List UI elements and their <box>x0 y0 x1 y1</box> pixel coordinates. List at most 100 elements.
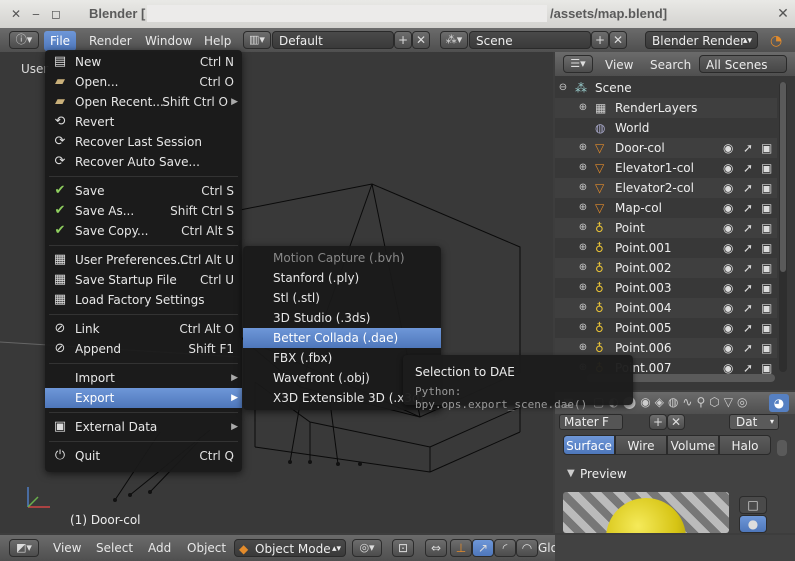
visibility-eye-icon[interactable]: ◉ <box>723 158 733 178</box>
export-item-3ds[interactable]: 3D Studio (.3ds) <box>243 308 441 328</box>
outliner-row-label[interactable]: Scene <box>595 78 632 98</box>
menu-item-new[interactable]: ▤ New Ctrl N <box>45 52 242 72</box>
outliner-row[interactable]: ⊕ ♁ Point.005 ◉ ➚ ▣ <box>555 318 777 338</box>
outliner-row[interactable]: ⊕ ♁ Point.003 ◉ ➚ ▣ <box>555 278 777 298</box>
orientation-icon[interactable]: ◠ <box>516 539 538 557</box>
outliner-row[interactable]: ⊕ ♁ Point.001 ◉ ➚ ▣ <box>555 238 777 258</box>
menu-file[interactable]: File <box>44 31 76 51</box>
preview-panel-title[interactable]: Preview <box>580 467 627 481</box>
visibility-eye-icon[interactable]: ◉ <box>723 298 733 318</box>
outliner-row-label[interactable]: Elevator2-col <box>615 178 694 198</box>
editor-type-icon[interactable]: ⓘ▾ <box>9 31 39 49</box>
outliner-row-label[interactable]: Map-col <box>615 198 662 218</box>
scale-icon[interactable]: ◜ <box>494 539 516 557</box>
menu-item-save-startup[interactable]: ▦ Save Startup File Ctrl U <box>45 270 242 290</box>
menu-item-quit[interactable]: ⏻ Quit Ctrl Q <box>45 446 242 466</box>
menu-item-revert[interactable]: ⟲ Revert <box>45 112 242 132</box>
expand-toggle-icon[interactable]: ⊕ <box>577 178 589 198</box>
outliner-row-label[interactable]: Elevator1-col <box>615 158 694 178</box>
selectable-cursor-icon[interactable]: ➚ <box>743 338 753 358</box>
tab-surface[interactable]: Surface <box>563 435 615 455</box>
outliner-row[interactable]: ⊕ ♁ Point.004 ◉ ➚ ▣ <box>555 298 777 318</box>
render-engine-select[interactable]: Blender Render ▴▾ <box>645 31 758 49</box>
viewport-editor-icon[interactable]: ◩▾ <box>9 539 39 557</box>
expand-toggle-icon[interactable]: ⊕ <box>577 138 589 158</box>
menu-item-load-factory[interactable]: ▦ Load Factory Settings <box>45 290 242 310</box>
viewport-menu-select[interactable]: Select <box>96 539 133 557</box>
rotate-icon[interactable]: ↗ <box>472 539 494 557</box>
menu-item-recover-auto[interactable]: ⟳ Recover Auto Save... <box>45 152 242 172</box>
selectable-cursor-icon[interactable]: ➚ <box>743 158 753 178</box>
material-slot-field[interactable]: Mater F <box>559 414 623 430</box>
expand-toggle-icon[interactable]: ⊕ <box>577 278 589 298</box>
titlebar-close-icon[interactable]: ✕ <box>775 6 791 22</box>
expand-toggle-icon[interactable]: ⊕ <box>577 318 589 338</box>
viewport-menu-object[interactable]: Object <box>187 539 226 557</box>
add-material-icon[interactable]: + <box>649 414 667 430</box>
visibility-eye-icon[interactable]: ◉ <box>723 138 733 158</box>
selectable-cursor-icon[interactable]: ➚ <box>743 198 753 218</box>
visibility-eye-icon[interactable]: ◉ <box>723 238 733 258</box>
expand-toggle-icon[interactable]: ⊕ <box>577 238 589 258</box>
maximize-icon[interactable]: ◻ <box>48 6 64 22</box>
tab-volume[interactable]: Volume <box>667 435 719 455</box>
scene-field[interactable]: Scene <box>469 31 591 49</box>
outliner-row[interactable]: ◍ World <box>555 118 777 138</box>
outliner-row[interactable]: ⊖ ⁂ Scene <box>555 78 777 98</box>
menu-item-save-copy[interactable]: ✔ Save Copy... Ctrl Alt S <box>45 221 242 241</box>
export-item-ply[interactable]: Stanford (.ply) <box>243 268 441 288</box>
menu-item-open-recent[interactable]: ▰ Open Recent... Shift Ctrl O ▶ <box>45 92 242 112</box>
selectable-cursor-icon[interactable]: ➚ <box>743 258 753 278</box>
selectable-cursor-icon[interactable]: ➚ <box>743 178 753 198</box>
outliner-row[interactable]: ⊕ ▽ Elevator1-col ◉ ➚ ▣ <box>555 158 777 178</box>
render-camera-icon[interactable]: ▣ <box>761 238 772 258</box>
expand-toggle-icon[interactable]: ⊕ <box>577 298 589 318</box>
viewport-menu-view[interactable]: View <box>53 539 81 557</box>
remove-material-icon[interactable]: ✕ <box>667 414 685 430</box>
outliner-row[interactable]: ⊕ ▦ RenderLayers <box>555 98 777 118</box>
render-camera-icon[interactable]: ▣ <box>761 218 772 238</box>
menu-window[interactable]: Window <box>145 32 192 50</box>
menu-item-save-as[interactable]: ✔ Save As... Shift Ctrl S <box>45 201 242 221</box>
menu-item-external-data[interactable]: ▣ External Data ▶ <box>45 417 242 437</box>
preview-sphere-icon[interactable]: ● <box>739 515 767 533</box>
visibility-eye-icon[interactable]: ◉ <box>723 198 733 218</box>
mode-select[interactable]: ◆ Object Mode ▴▾ <box>234 539 346 557</box>
outliner-scrollbar[interactable] <box>779 82 787 372</box>
close-icon[interactable]: ✕ <box>8 6 24 22</box>
selectable-cursor-icon[interactable]: ➚ <box>743 278 753 298</box>
delete-scene-icon[interactable]: ✕ <box>609 31 627 49</box>
expand-toggle-icon[interactable]: ⊕ <box>577 218 589 238</box>
scene-icon[interactable]: ⁂▾ <box>440 31 468 49</box>
outliner-filter-select[interactable]: All Scenes <box>699 55 787 73</box>
outliner-scroll-thumb[interactable] <box>780 82 786 272</box>
menu-help[interactable]: Help <box>204 32 231 50</box>
render-camera-icon[interactable]: ▣ <box>761 298 772 318</box>
outliner-row-label[interactable]: RenderLayers <box>615 98 697 118</box>
selectable-cursor-icon[interactable]: ➚ <box>743 318 753 338</box>
outliner-editor-icon[interactable]: ☰▾ <box>563 55 593 73</box>
pivot-icon[interactable]: ⊡ <box>392 539 414 557</box>
outliner-row[interactable]: ⊕ ♁ Point ◉ ➚ ▣ <box>555 218 777 238</box>
viewport-menu-add[interactable]: Add <box>148 539 171 557</box>
export-item-better-collada[interactable]: Better Collada (.dae) <box>243 328 441 348</box>
outliner-row-label[interactable]: Point.005 <box>615 318 672 338</box>
tab-wire[interactable]: Wire <box>615 435 667 455</box>
render-camera-icon[interactable]: ▣ <box>761 198 772 218</box>
translate-icon[interactable]: ⊥ <box>450 539 472 557</box>
render-camera-icon[interactable]: ▣ <box>761 158 772 178</box>
minimize-icon[interactable]: ‒ <box>28 6 44 22</box>
visibility-eye-icon[interactable]: ◉ <box>723 218 733 238</box>
transform-orientation-select[interactable]: Glo <box>538 539 555 557</box>
outliner-row-label[interactable]: World <box>615 118 649 138</box>
viewport-shading-icon[interactable]: ◎▾ <box>352 539 382 557</box>
material-tab-icon[interactable]: ◕ <box>769 394 789 412</box>
datablock-select[interactable]: Dat ▾ <box>729 414 779 430</box>
preview-flat-icon[interactable]: □ <box>739 496 767 514</box>
outliner-row-label[interactable]: Point.003 <box>615 278 672 298</box>
outliner-menu-search[interactable]: Search <box>650 56 691 74</box>
add-scene-icon[interactable]: + <box>591 31 609 49</box>
expand-toggle-icon[interactable]: ⊖ <box>557 78 569 98</box>
menu-item-open[interactable]: ▰ Open... Ctrl O <box>45 72 242 92</box>
outliner-row-label[interactable]: Point <box>615 218 645 238</box>
